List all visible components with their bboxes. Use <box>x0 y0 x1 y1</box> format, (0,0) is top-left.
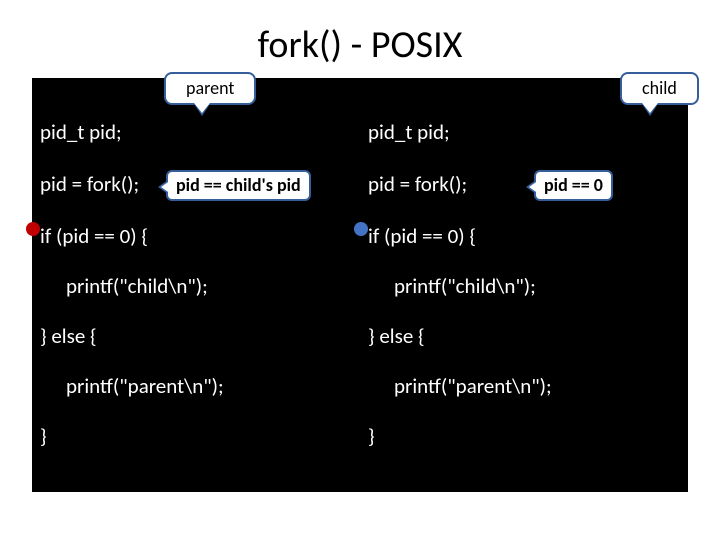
parent-label-bubble: parent <box>164 72 256 105</box>
code-line-print-child: printf("child\n"); <box>40 276 354 300</box>
child-pid-callout: pid == 0 <box>534 170 613 201</box>
code-line-close: } <box>368 426 682 450</box>
page-title: fork() - POSIX <box>0 0 720 78</box>
code-line-decl: pid_t pid; <box>368 122 682 146</box>
code-line-if: if (pid == 0) { <box>40 226 354 250</box>
parent-code-block: pid_t pid; pid = fork(); pid == child's … <box>32 78 360 482</box>
code-line-else: } else { <box>368 326 682 350</box>
execution-dot-child <box>354 222 368 236</box>
parent-pid-callout: pid == child's pid <box>166 170 311 201</box>
code-line-fork: pid = fork(); pid == 0 <box>368 174 682 198</box>
code-line-print-parent: printf("parent\n"); <box>40 376 354 400</box>
child-label-bubble: child <box>620 72 699 105</box>
code-text-fork: pid = fork(); <box>368 171 467 197</box>
code-line-decl: pid_t pid; <box>40 122 354 146</box>
code-panels: parent pid_t pid; pid = fork(); pid == c… <box>0 78 720 510</box>
child-panel: child pid_t pid; pid = fork(); pid == 0 … <box>360 78 688 492</box>
code-line-print-parent: printf("parent\n"); <box>368 376 682 400</box>
code-line-if: if (pid == 0) { <box>368 226 682 250</box>
code-line-else: } else { <box>40 326 354 350</box>
child-code-block: pid_t pid; pid = fork(); pid == 0 if (pi… <box>360 78 688 482</box>
code-line-fork: pid = fork(); pid == child's pid <box>40 174 354 198</box>
execution-dot-parent <box>26 222 40 236</box>
code-text-fork: pid = fork(); <box>40 171 139 197</box>
code-line-close: } <box>40 426 354 450</box>
code-line-print-child: printf("child\n"); <box>368 276 682 300</box>
parent-panel: parent pid_t pid; pid = fork(); pid == c… <box>32 78 360 492</box>
